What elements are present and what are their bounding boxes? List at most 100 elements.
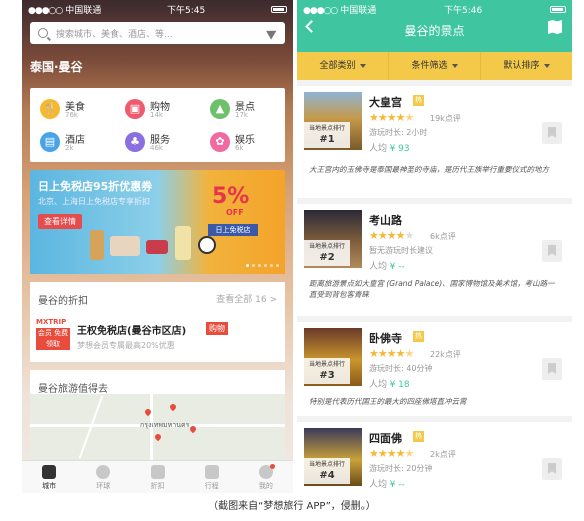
- header: ●●●○○ 中国联通 下午5:46 曼谷的景点: [297, 0, 572, 52]
- section-title: 曼谷旅游值得去: [38, 384, 108, 395]
- view-all-link[interactable]: 查看全部 16 >: [216, 292, 277, 305]
- location-arrow-icon[interactable]: [266, 26, 279, 40]
- hot-badge: 热: [413, 431, 424, 442]
- review-count: 6k点评: [430, 232, 456, 241]
- place-thumbnail: 当地景点排行 #2: [304, 210, 362, 268]
- price: 人均 ¥ 18: [369, 380, 410, 390]
- rating-stars: ★★★★★: [369, 111, 414, 124]
- logo-free-claim: 会员 免费 领取: [36, 328, 70, 350]
- search-icon: [38, 28, 48, 38]
- discount-section: 曼谷的折扣 查看全部 16 > MXTRIP 会员 免费 领取 王权免税店(曼谷市…: [30, 282, 285, 362]
- category-grid: 🍴 美食 76k ▣ 购物 14k ▲ 景点 17k ▤ 酒店 2k ♣ 服务 …: [30, 88, 285, 162]
- status-time: 下午5:46: [444, 5, 483, 16]
- place-card[interactable]: 当地景点排行 #3 卧佛寺 热 ★★★★★ 22k点评 游玩时长: 40分钟 人均…: [297, 322, 572, 416]
- banner-subtitle: 北京、上海日上免税店专享折扣: [38, 197, 150, 206]
- bookmark-icon[interactable]: [542, 122, 562, 144]
- battery-icon: [271, 5, 287, 13]
- liquor-bottle-image: [175, 226, 191, 260]
- category-hotel[interactable]: ▤ 酒店 2k: [40, 130, 115, 158]
- category-food[interactable]: 🍴 美食 76k: [40, 97, 115, 125]
- place-name: 大皇宫: [369, 96, 402, 109]
- rating-stars: ★★★★★: [369, 229, 414, 242]
- category-count: 46k: [150, 144, 163, 152]
- bookmark-icon[interactable]: [542, 358, 562, 380]
- shop-category-badge: 购物: [206, 322, 228, 335]
- banner-details-button[interactable]: 查看详情: [38, 214, 82, 229]
- image-caption: （截图来自“梦想旅行 APP”，侵删。）: [208, 501, 376, 512]
- shop-name[interactable]: 王权免税店(曼谷市区店): [77, 322, 186, 337]
- price: 人均 ¥ --: [369, 480, 405, 490]
- shop-subtitle: 梦想会员专属最高20%优惠: [77, 341, 175, 350]
- carrier-label: 中国联通: [65, 5, 102, 16]
- map-pin-icon[interactable]: [168, 402, 178, 412]
- search-bar[interactable]: 搜索城市、美食、酒店、等...: [30, 22, 285, 44]
- mxtrip-logo: MXTRIP 会员 免费 领取: [36, 318, 70, 352]
- category-attractions[interactable]: ▲ 景点 17k: [210, 97, 285, 125]
- price: 人均 ¥ --: [369, 262, 405, 272]
- rank-label: 当地景点排行 #1: [304, 122, 350, 148]
- rank-label: 当地景点排行 #2: [304, 240, 350, 266]
- tab-discount[interactable]: 折扣: [130, 461, 184, 493]
- visit-duration: 游玩时长: 20分钟: [369, 464, 433, 473]
- category-count: 76k: [65, 111, 78, 119]
- tab-me[interactable]: 我的: [239, 461, 293, 493]
- bottom-tab-bar: 城市 环球 折扣 行程 我的: [22, 460, 293, 493]
- place-name: 卧佛寺: [369, 332, 402, 345]
- place-card[interactable]: 当地景点排行 #2 考山路 ★★★★★ 6k点评 暂无游玩时长建议 人均 ¥ --…: [297, 204, 572, 316]
- discount-off-label: OFF: [226, 208, 244, 217]
- map-icon[interactable]: [548, 20, 562, 34]
- bookmark-icon[interactable]: [542, 458, 562, 480]
- map-pin-icon[interactable]: [153, 432, 163, 442]
- place-thumbnail: 当地景点排行 #3: [304, 328, 362, 386]
- visit-duration: 游玩时长: 2小时: [369, 128, 428, 137]
- notification-dot: [270, 464, 276, 469]
- hot-badge: 热: [413, 331, 424, 342]
- worth-visiting-section: 曼谷旅游值得去 กรุงเทพมหานคร: [30, 370, 285, 460]
- bookmark-icon[interactable]: [542, 240, 562, 262]
- place-thumbnail: 当地景点排行 #4: [304, 428, 362, 486]
- tab-itinerary[interactable]: 行程: [185, 461, 239, 493]
- lipstick-image: [146, 240, 168, 254]
- place-card[interactable]: 当地景点排行 #4 四面佛 热 ★★★★★ 2k点评 游玩时长: 20分钟 人均 …: [297, 422, 572, 493]
- rating-stars: ★★★★★: [369, 347, 414, 360]
- promo-banner[interactable]: 日上免税店95折优惠券 北京、上海日上免税店专享折扣 查看详情 5% OFF 日…: [30, 170, 285, 274]
- battery-icon: [550, 5, 566, 13]
- tab-city[interactable]: 城市: [22, 461, 76, 493]
- logo-brand: MXTRIP: [36, 318, 67, 326]
- shopping-bag-icon: ▣: [125, 99, 145, 119]
- place-card[interactable]: 当地景点排行 #1 大皇宫 热 ★★★★★ 19k点评 游玩时长: 2小时 人均 …: [297, 86, 572, 198]
- category-shopping[interactable]: ▣ 购物 14k: [125, 97, 200, 125]
- filter-bar: 全部类别 条件筛选 默认排序: [297, 52, 572, 80]
- tab-global[interactable]: 环球: [76, 461, 130, 493]
- discount-percent: 5%: [212, 184, 250, 209]
- rank-label: 当地景点排行 #4: [304, 458, 350, 484]
- signal-icon: ●●●○○: [28, 5, 63, 16]
- ticket-icon: [150, 465, 165, 479]
- filter-conditions[interactable]: 条件筛选: [389, 52, 481, 80]
- entertainment-icon: ✿: [210, 132, 230, 152]
- review-count: 22k点评: [430, 350, 461, 359]
- city-map[interactable]: กรุงเทพมหานคร: [30, 394, 285, 460]
- globe-icon: [96, 465, 111, 479]
- filter-category[interactable]: 全部类别: [297, 52, 389, 80]
- visit-duration: 游玩时长: 40分钟: [369, 364, 433, 373]
- status-bar: ●●●○○ 中国联通 下午5:46: [297, 0, 572, 18]
- search-input[interactable]: 搜索城市、美食、酒店、等...: [56, 27, 268, 40]
- category-count: 2k: [65, 144, 74, 152]
- place-name: 考山路: [369, 214, 402, 227]
- watch-image: [198, 236, 216, 254]
- visit-duration: 暂无游玩时长建议: [369, 246, 433, 255]
- filter-sort[interactable]: 默认排序: [481, 52, 572, 80]
- category-count: 6k: [235, 144, 244, 152]
- carrier-label: 中国联通: [340, 5, 377, 16]
- category-count: 17k: [235, 111, 248, 119]
- signal-icon: ●●●○○: [303, 5, 338, 16]
- city-icon: [42, 465, 57, 479]
- hotel-icon: ▤: [40, 132, 60, 152]
- map-city-label: กรุงเทพมหานคร: [140, 421, 190, 429]
- category-entertainment[interactable]: ✿ 娱乐 6k: [210, 130, 285, 158]
- category-service[interactable]: ♣ 服务 46k: [125, 130, 200, 158]
- city-name[interactable]: 泰国·曼谷: [30, 58, 83, 75]
- price: 人均 ¥ 93: [369, 144, 410, 154]
- banner-pager[interactable]: [246, 264, 279, 267]
